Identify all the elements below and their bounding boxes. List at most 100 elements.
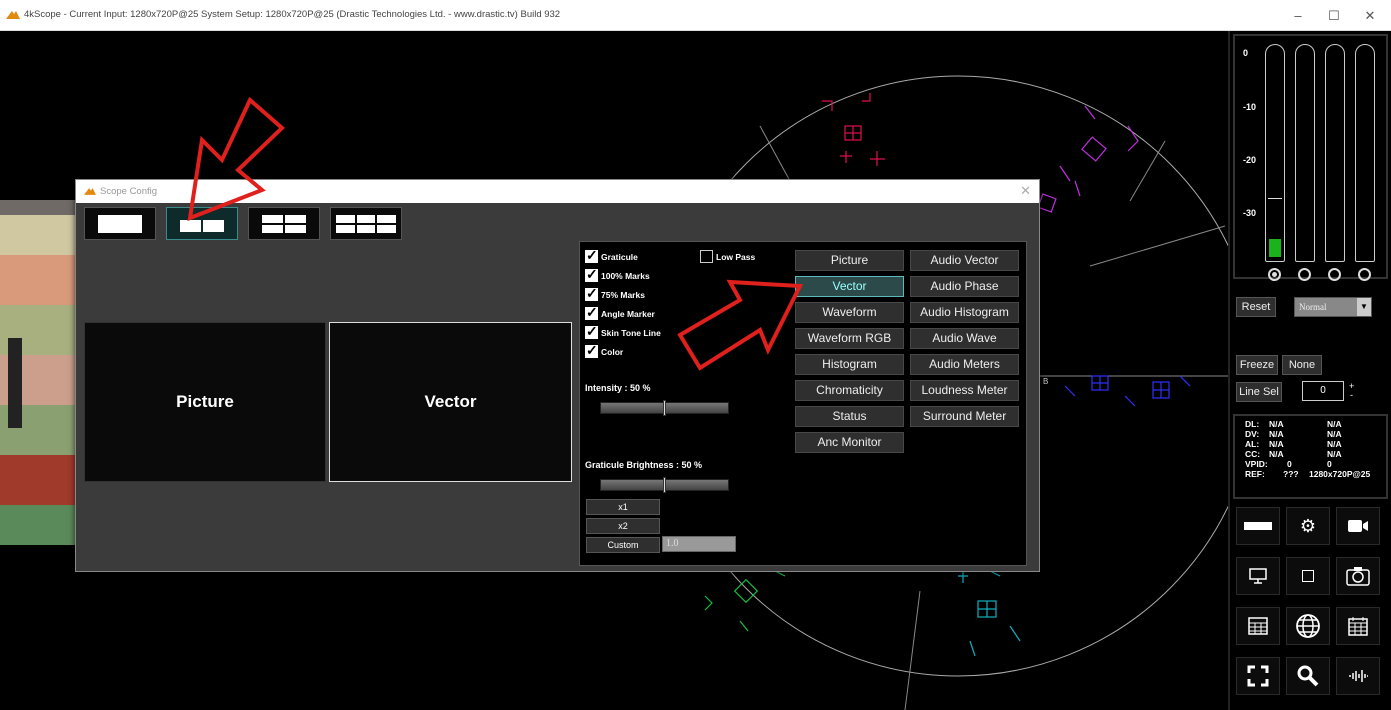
app-logo-icon (6, 11, 20, 19)
marks-75-checkbox[interactable]: 75% Marks (585, 285, 645, 302)
layout-1-button[interactable] (84, 207, 156, 240)
gear-icon[interactable]: ⚙ (1286, 507, 1330, 545)
tool-button-audio-phase[interactable]: Audio Phase (910, 276, 1019, 297)
tool-button-chromaticity[interactable]: Chromaticity (795, 380, 904, 401)
calendar-icon[interactable] (1336, 607, 1380, 645)
pane-vector[interactable]: Vector (329, 322, 572, 482)
spin-down-button[interactable]: - (1350, 391, 1353, 400)
layout-2-icon (180, 219, 224, 232)
scope-config-dialog: Scope Config ✕ Picture Vector Graticule … (75, 179, 1040, 572)
maximize-button[interactable]: ☐ (1320, 6, 1348, 26)
x1-button[interactable]: x1 (586, 499, 660, 515)
table-icon[interactable] (1236, 607, 1280, 645)
signal-status-block: DL: N/A N/A DV: N/A N/A AL: N/A N/A CC: N/A N/A … (1233, 414, 1388, 499)
tool-button-audio-wave[interactable]: Audio Wave (910, 328, 1019, 349)
background-picture (0, 200, 76, 545)
db-label-30: -30 (1243, 208, 1257, 218)
search-icon[interactable] (1286, 657, 1330, 695)
audio-wave-icon[interactable] (1336, 657, 1380, 695)
none-button[interactable]: None (1282, 355, 1322, 375)
app-logo-icon (84, 188, 96, 195)
audio-meter-4 (1355, 44, 1375, 262)
minimize-button[interactable]: – (1284, 6, 1312, 26)
audio-meter-1 (1265, 44, 1285, 262)
audio-meter-2 (1295, 44, 1315, 262)
mode-select[interactable]: Normal ▼ (1294, 297, 1372, 317)
cast-icon[interactable] (1336, 507, 1380, 545)
status-row-cc: CC: N/A N/A (1245, 449, 1342, 459)
fullscreen-icon[interactable] (1236, 657, 1280, 695)
window-title: 4kScope - Current Input: 1280x720P@25 Sy… (24, 9, 561, 20)
tool-button-loudness-meter[interactable]: Loudness Meter (910, 380, 1019, 401)
graticule-brightness-slider-thumb[interactable] (662, 477, 666, 493)
scope-label-b: B (1043, 377, 1048, 386)
dialog-title: Scope Config (100, 186, 158, 197)
graticule-brightness-slider[interactable] (600, 477, 729, 493)
tool-button-audio-meters[interactable]: Audio Meters (910, 354, 1019, 375)
x2-button[interactable]: x2 (586, 518, 660, 534)
custom-button[interactable]: Custom (586, 537, 660, 553)
reset-button[interactable]: Reset (1236, 297, 1276, 317)
tool-button-vector[interactable]: Vector (795, 276, 904, 297)
layout-4-button[interactable] (248, 207, 320, 240)
intensity-slider[interactable] (600, 400, 729, 416)
tool-button-histogram[interactable]: Histogram (795, 354, 904, 375)
globe-icon[interactable] (1286, 607, 1330, 645)
status-row-al: AL: N/A N/A (1245, 439, 1342, 449)
status-row-dl: DL: N/A N/A (1245, 419, 1342, 429)
close-button[interactable]: ✕ (1356, 6, 1384, 26)
app-root: B 4kScope - Current Input: 1280x720P@25 … (0, 0, 1391, 710)
tool-button-waveform-rgb[interactable]: Waveform RGB (795, 328, 904, 349)
angle-marker-checkbox[interactable]: Angle Marker (585, 304, 655, 321)
monitor-icon[interactable] (1236, 557, 1280, 595)
right-panel: 0 -10 -20 -30 Reset Normal ▼ Freeze None… (1228, 31, 1391, 710)
tool-button-audio-vector[interactable]: Audio Vector (910, 250, 1019, 271)
tool-button-surround-meter[interactable]: Surround Meter (910, 406, 1019, 427)
freeze-button[interactable]: Freeze (1236, 355, 1278, 375)
meter-radio-1[interactable] (1268, 268, 1281, 281)
tool-button-picture[interactable]: Picture (795, 250, 904, 271)
low-pass-checkbox[interactable]: Low Pass (700, 250, 755, 264)
audio-meter-panel: 0 -10 -20 -30 (1233, 34, 1388, 281)
title-bar: 4kScope - Current Input: 1280x720P@25 Sy… (0, 0, 1391, 31)
pane-picture[interactable]: Picture (84, 322, 326, 482)
spin-up-button[interactable]: + (1349, 382, 1354, 391)
layout-6-icon (336, 214, 396, 233)
status-row-ref: REF:??? 1280x720P@25 (1245, 469, 1371, 479)
layout-2-button[interactable] (166, 207, 238, 240)
tool-button-anc-monitor[interactable]: Anc Monitor (795, 432, 904, 453)
meter-radio-2[interactable] (1298, 268, 1311, 281)
graticule-brightness-label: Graticule Brightness : 50 % (585, 460, 703, 470)
mode-select-value: Normal (1299, 302, 1327, 312)
audio-meter-3 (1325, 44, 1345, 262)
layout-4-icon (262, 214, 306, 233)
db-label-0: 0 (1243, 48, 1249, 58)
square-icon[interactable] (1286, 557, 1330, 595)
single-layout-icon[interactable] (1236, 507, 1280, 545)
camera-icon[interactable] (1336, 557, 1380, 595)
layout-1-icon (98, 214, 142, 233)
intensity-label: Intensity : 50 % (585, 383, 651, 393)
meter-radio-4[interactable] (1358, 268, 1371, 281)
marks-100-checkbox[interactable]: 100% Marks (585, 266, 650, 283)
layout-6-button[interactable] (330, 207, 402, 240)
custom-value-input[interactable]: 1.0 (662, 536, 736, 552)
color-checkbox[interactable]: Color (585, 342, 623, 359)
chevron-down-icon: ▼ (1357, 298, 1371, 316)
line-sel-button[interactable]: Line Sel (1236, 382, 1282, 402)
tool-button-audio-histogram[interactable]: Audio Histogram (910, 302, 1019, 323)
db-label-20: -20 (1243, 155, 1257, 165)
dialog-title-bar: Scope Config ✕ (76, 180, 1039, 203)
dialog-close-button[interactable]: ✕ (1020, 183, 1031, 199)
skin-tone-checkbox[interactable]: Skin Tone Line (585, 323, 661, 340)
options-panel: Graticule Low Pass 100% Marks 75% Marks … (579, 241, 1027, 566)
tool-button-status[interactable]: Status (795, 406, 904, 427)
db-label-10: -10 (1243, 102, 1257, 112)
intensity-slider-thumb[interactable] (662, 400, 666, 416)
status-row-vpid: VPID: 0 0 (1245, 459, 1332, 469)
line-sel-input[interactable]: 0 (1302, 381, 1344, 401)
meter-radio-3[interactable] (1328, 268, 1341, 281)
tool-button-waveform[interactable]: Waveform (795, 302, 904, 323)
graticule-checkbox[interactable]: Graticule (585, 247, 638, 264)
status-row-dv: DV: N/A N/A (1245, 429, 1342, 439)
